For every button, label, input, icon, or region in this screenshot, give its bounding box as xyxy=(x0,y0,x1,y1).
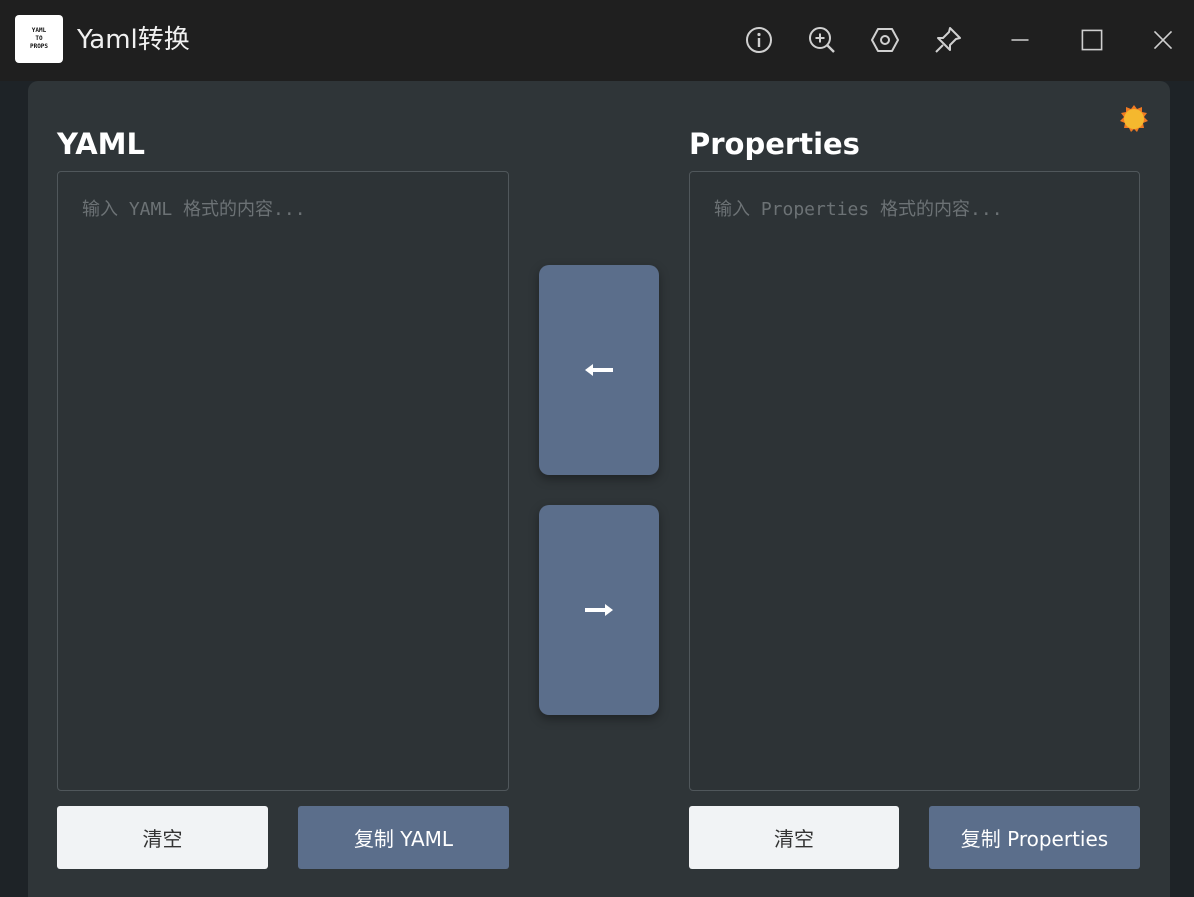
arrow-left-icon xyxy=(585,364,613,376)
properties-input[interactable] xyxy=(689,171,1140,791)
clear-properties-button[interactable]: 清空 xyxy=(689,806,899,869)
zoom-in-icon[interactable] xyxy=(806,24,838,56)
copy-yaml-button[interactable]: 复制 YAML xyxy=(298,806,509,869)
copy-properties-button[interactable]: 复制 Properties xyxy=(929,806,1140,869)
title-bar: YAML TO PROPS Yaml转换 xyxy=(0,0,1194,81)
yaml-input[interactable] xyxy=(57,171,509,791)
app-logo: YAML TO PROPS xyxy=(15,15,63,63)
convert-to-properties-button[interactable] xyxy=(539,505,659,715)
pin-icon[interactable] xyxy=(932,24,964,56)
clear-yaml-button[interactable]: 清空 xyxy=(57,806,268,869)
close-icon[interactable] xyxy=(1147,24,1179,56)
properties-panel-title: Properties xyxy=(689,127,860,161)
info-icon[interactable] xyxy=(743,24,775,56)
maximize-icon[interactable] xyxy=(1076,24,1108,56)
arrow-right-icon xyxy=(585,604,613,616)
sun-icon[interactable] xyxy=(1118,103,1150,135)
app-title: Yaml转换 xyxy=(77,25,190,55)
settings-icon[interactable] xyxy=(869,24,901,56)
minimize-icon[interactable] xyxy=(1004,24,1036,56)
yaml-panel-title: YAML xyxy=(57,127,146,161)
convert-to-yaml-button[interactable] xyxy=(539,265,659,475)
